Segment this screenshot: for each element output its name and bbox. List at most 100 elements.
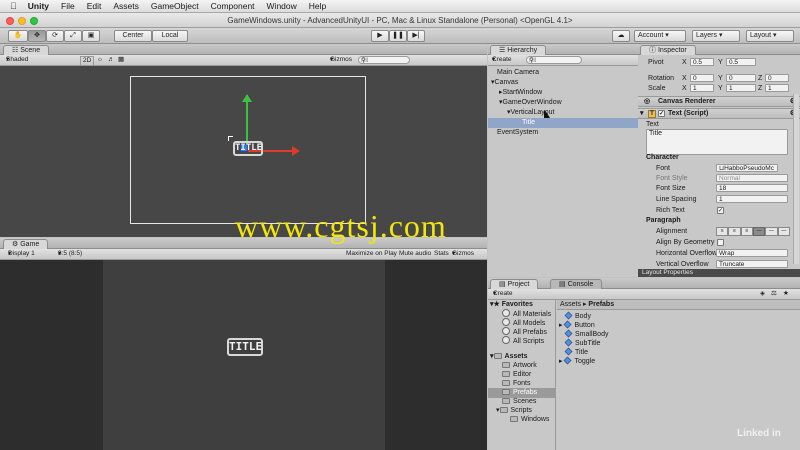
- audio-toggle-icon[interactable]: ♬: [108, 55, 115, 65]
- hierarchy-item-verticallayout[interactable]: ▾VerticalLayout: [488, 108, 638, 118]
- apple-icon[interactable]: : [0, 1, 22, 11]
- hierarchy-item-eventsystem[interactable]: EventSystem: [488, 128, 638, 138]
- y-axis-arrow-icon[interactable]: [242, 94, 252, 102]
- rotation-x-field[interactable]: 0: [690, 74, 714, 82]
- close-window-button[interactable]: [6, 17, 14, 25]
- x-axis-arrow-icon[interactable]: [292, 146, 300, 156]
- tab-scene[interactable]: ☷ Scene: [3, 45, 50, 55]
- shading-dropdown[interactable]: Shaded ▾: [6, 55, 28, 65]
- cloud-button[interactable]: ☁: [612, 30, 630, 42]
- menu-app-unity[interactable]: Unity: [22, 1, 55, 11]
- step-button[interactable]: ▶|: [407, 30, 425, 42]
- rich-text-checkbox[interactable]: ✓: [717, 207, 724, 214]
- align-right-icon[interactable]: ≡: [740, 227, 753, 236]
- hierarchy-item-gameoverwindow[interactable]: ▾GameOverWindow: [488, 98, 638, 108]
- tab-console[interactable]: ▤ Console: [550, 279, 603, 289]
- menu-window[interactable]: Window: [261, 1, 303, 11]
- hierarchy-search-input[interactable]: ⚲ All: [526, 56, 582, 64]
- align-center-icon[interactable]: ≡: [728, 227, 741, 236]
- rect-corner-handle[interactable]: [228, 136, 233, 141]
- hierarchy-item-startwindow[interactable]: ▸StartWindow: [488, 88, 638, 98]
- pause-button[interactable]: ❚❚: [389, 30, 407, 42]
- font-style-dropdown[interactable]: Normal: [716, 174, 788, 182]
- stats-toggle[interactable]: Stats: [434, 249, 449, 259]
- menu-edit[interactable]: Edit: [81, 1, 108, 11]
- scale-z-field[interactable]: 1: [765, 84, 789, 92]
- favorite-all-scripts[interactable]: All Scripts: [488, 336, 555, 346]
- hierarchy-item-title[interactable]: Title: [488, 118, 638, 128]
- menu-help[interactable]: Help: [303, 1, 332, 11]
- favorites-star-icon[interactable]: ★: [783, 289, 789, 299]
- layout-properties-bar[interactable]: Layout Properties: [638, 269, 800, 277]
- hierarchy-create-button[interactable]: Create ▾: [492, 55, 512, 65]
- layers-dropdown[interactable]: Layers ▾: [692, 30, 740, 42]
- horizontal-overflow-dropdown[interactable]: Wrap: [716, 249, 788, 257]
- pivot-y-field[interactable]: 0.5: [726, 58, 756, 66]
- pivot-center-toggle[interactable]: Center: [114, 30, 152, 42]
- tab-hierarchy[interactable]: ☰ Hierarchy: [490, 45, 547, 55]
- font-field[interactable]: ⊔HabboPseudoMc: [716, 164, 778, 172]
- align-bottom-icon[interactable]: ―: [777, 227, 790, 236]
- aspect-dropdown[interactable]: 8:5 (8:5) ▾: [58, 249, 82, 259]
- rotation-z-field[interactable]: 0: [765, 74, 789, 82]
- breadcrumb-assets[interactable]: Assets: [560, 301, 581, 308]
- filter-by-label-icon[interactable]: ◈: [760, 289, 765, 299]
- account-dropdown[interactable]: Account ▾: [634, 30, 686, 42]
- effects-toggle-icon[interactable]: ▩: [118, 55, 124, 65]
- tab-game[interactable]: ⚙ Game: [3, 239, 49, 249]
- menu-gameobject[interactable]: GameObject: [145, 1, 205, 11]
- folder-windows[interactable]: Windows: [488, 415, 555, 425]
- tab-inspector[interactable]: ⓘ Inspector: [640, 45, 696, 55]
- scale-y-field[interactable]: 1: [726, 84, 756, 92]
- canvas-renderer-header[interactable]: ◎ Canvas Renderer ⚙: [638, 96, 800, 107]
- pivot-x-field[interactable]: 0.5: [690, 58, 714, 66]
- scale-tool-button[interactable]: ⤢: [64, 30, 82, 42]
- text-enabled-checkbox[interactable]: ✓: [658, 110, 665, 117]
- rotate-tool-button[interactable]: ⟳: [46, 30, 64, 42]
- prefab-icon: [564, 338, 573, 347]
- hand-tool-button[interactable]: ✋: [8, 30, 28, 42]
- hierarchy-item-main-camera[interactable]: Main Camera: [488, 68, 638, 78]
- maximize-on-play-toggle[interactable]: Maximize on Play: [346, 249, 397, 259]
- filter-by-type-icon[interactable]: ⚖: [771, 289, 777, 299]
- rotation-y-field[interactable]: 0: [726, 74, 756, 82]
- gizmos-dropdown[interactable]: Gizmos ▾: [330, 55, 352, 65]
- display-dropdown[interactable]: Display 1 ▾: [8, 249, 35, 259]
- scene-title-object[interactable]: TITLE: [233, 141, 263, 156]
- align-left-icon[interactable]: ≡: [716, 227, 729, 236]
- hierarchy-item-canvas[interactable]: ▾Canvas: [488, 78, 638, 88]
- align-by-geometry-checkbox[interactable]: [717, 239, 724, 246]
- tab-project[interactable]: ▤ Project: [490, 279, 539, 289]
- light-toggle-icon[interactable]: ☼: [97, 55, 103, 65]
- local-global-toggle[interactable]: Local: [152, 30, 188, 42]
- menu-component[interactable]: Component: [205, 1, 261, 11]
- layout-dropdown[interactable]: Layout ▾: [746, 30, 794, 42]
- breadcrumb-prefabs[interactable]: Prefabs: [588, 301, 614, 308]
- collapse-triangle-icon[interactable]: ▾: [640, 109, 644, 119]
- game-viewport[interactable]: TITLE: [0, 260, 487, 450]
- game-gizmos-dropdown[interactable]: Gizmos ▾: [452, 249, 474, 259]
- text-value-area[interactable]: Title: [646, 129, 788, 155]
- zoom-window-button[interactable]: [30, 17, 38, 25]
- move-tool-button[interactable]: ✥: [28, 30, 46, 42]
- text-script-header[interactable]: ▾ T ✓ Text (Script) ⚙: [638, 108, 800, 119]
- mute-audio-toggle[interactable]: Mute audio: [399, 249, 431, 259]
- scene-search-input[interactable]: ⚲ All: [358, 56, 410, 64]
- mouse-cursor-icon: [544, 110, 550, 118]
- prefab-icon: [564, 347, 573, 356]
- align-top-icon[interactable]: ―: [752, 227, 766, 236]
- 2d-toggle[interactable]: 2D: [80, 56, 95, 66]
- play-button[interactable]: ▶: [371, 30, 389, 42]
- menu-file[interactable]: File: [55, 1, 81, 11]
- project-create-button[interactable]: Create ▾: [493, 289, 513, 299]
- prefab-item-toggle[interactable]: ▸ Toggle: [557, 356, 800, 367]
- minimize-window-button[interactable]: [18, 17, 26, 25]
- rect-tool-button[interactable]: ▣: [82, 30, 100, 42]
- scale-x-field[interactable]: 1: [690, 84, 714, 92]
- align-middle-icon[interactable]: ―: [765, 227, 778, 236]
- menu-assets[interactable]: Assets: [107, 1, 145, 11]
- inspector-scrollbar[interactable]: [793, 94, 799, 264]
- vertical-overflow-dropdown[interactable]: Truncate: [716, 260, 788, 268]
- font-size-field[interactable]: 18: [716, 184, 788, 192]
- line-spacing-field[interactable]: 1: [716, 195, 788, 203]
